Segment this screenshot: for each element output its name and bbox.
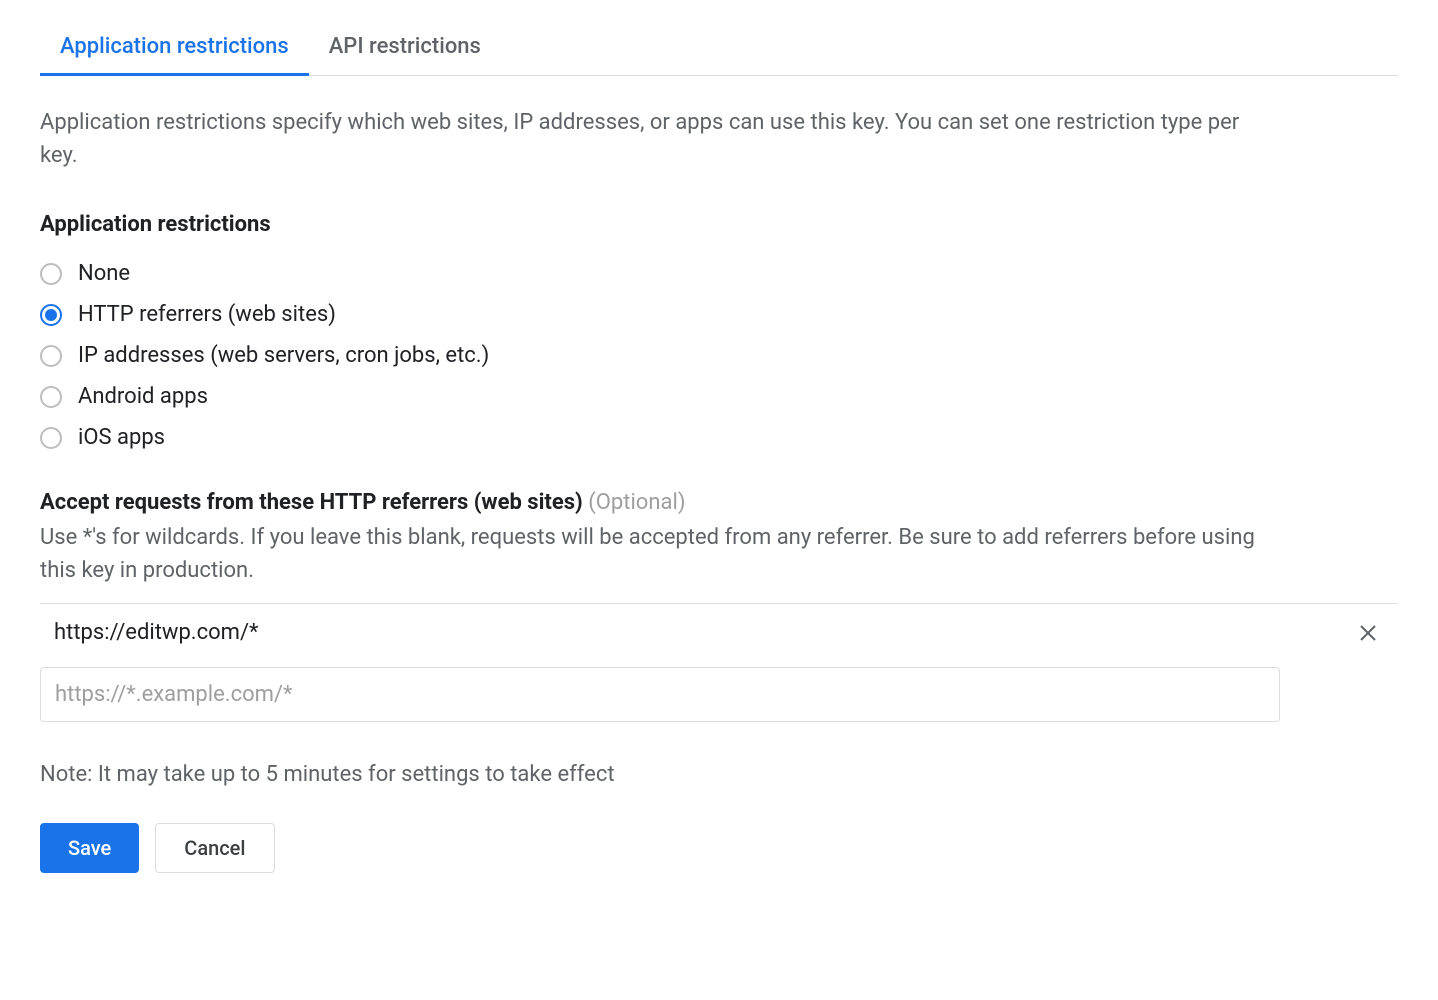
radio-icon xyxy=(40,304,62,326)
tab-api-restrictions[interactable]: API restrictions xyxy=(309,20,501,76)
radio-icon xyxy=(40,345,62,367)
description-text: Application restrictions specify which w… xyxy=(40,106,1240,172)
tabs-bar: Application restrictions API restriction… xyxy=(40,20,1398,76)
radio-label: None xyxy=(78,261,130,286)
radio-icon xyxy=(40,386,62,408)
referrers-heading-text: Accept requests from these HTTP referrer… xyxy=(40,490,583,515)
add-referrer-input[interactable] xyxy=(40,667,1280,722)
radio-icon xyxy=(40,263,62,285)
referrers-heading: Accept requests from these HTTP referrer… xyxy=(40,490,1398,515)
settings-note: Note: It may take up to 5 minutes for se… xyxy=(40,762,1398,787)
section-heading-application-restrictions: Application restrictions xyxy=(40,212,1398,237)
radio-option-android-apps[interactable]: Android apps xyxy=(40,384,1398,409)
cancel-button[interactable]: Cancel xyxy=(155,823,274,873)
tab-application-restrictions[interactable]: Application restrictions xyxy=(40,20,309,76)
referrer-entry-value[interactable]: https://editwp.com/* xyxy=(50,614,1356,651)
referrer-entry-row: https://editwp.com/* xyxy=(40,603,1398,661)
radio-label: iOS apps xyxy=(78,425,165,450)
radio-label: Android apps xyxy=(78,384,208,409)
button-row: Save Cancel xyxy=(40,823,1398,873)
radio-label: IP addresses (web servers, cron jobs, et… xyxy=(78,343,489,368)
close-icon[interactable] xyxy=(1356,621,1380,645)
radio-label: HTTP referrers (web sites) xyxy=(78,302,336,327)
referrers-help-text: Use *'s for wildcards. If you leave this… xyxy=(40,521,1270,587)
restrictions-radio-group: None HTTP referrers (web sites) IP addre… xyxy=(40,261,1398,450)
radio-option-none[interactable]: None xyxy=(40,261,1398,286)
save-button[interactable]: Save xyxy=(40,823,139,873)
radio-option-http-referrers[interactable]: HTTP referrers (web sites) xyxy=(40,302,1398,327)
radio-icon xyxy=(40,427,62,449)
optional-label: (Optional) xyxy=(588,490,685,515)
radio-option-ios-apps[interactable]: iOS apps xyxy=(40,425,1398,450)
radio-option-ip-addresses[interactable]: IP addresses (web servers, cron jobs, et… xyxy=(40,343,1398,368)
